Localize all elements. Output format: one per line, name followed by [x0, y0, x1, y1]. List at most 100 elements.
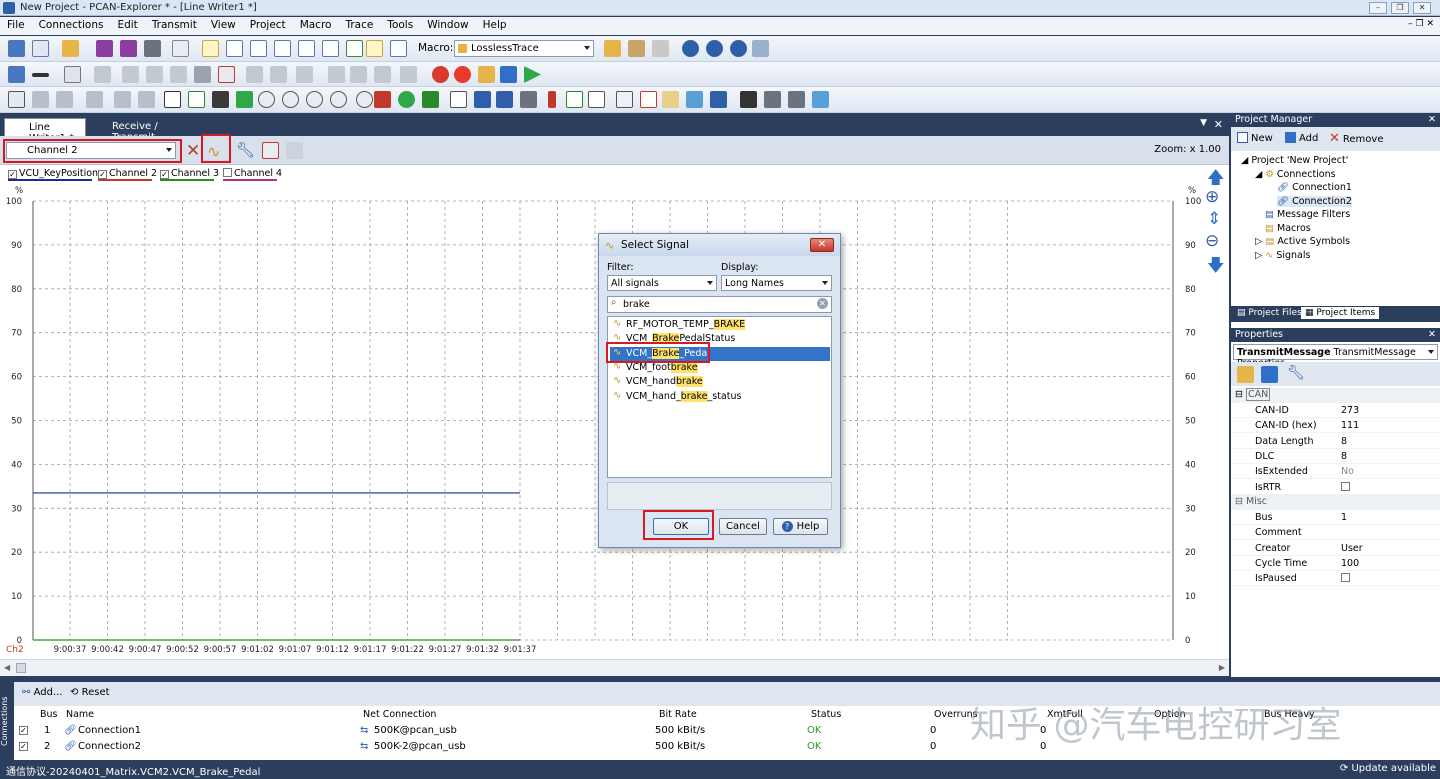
run-macro-icon[interactable]: [604, 40, 621, 57]
property-row[interactable]: IsRTR: [1231, 480, 1440, 495]
property-row[interactable]: Cycle Time 100: [1231, 556, 1440, 571]
header-net-connection[interactable]: Net Connection: [363, 709, 436, 720]
mdi-window-controls[interactable]: – ❐ ✕: [1408, 19, 1434, 29]
gauge-2-icon[interactable]: [306, 91, 323, 108]
horizontal-scrollbar[interactable]: ◀ ▶: [0, 659, 1229, 676]
header-status[interactable]: Status: [811, 709, 841, 720]
window-layout-8-icon[interactable]: [366, 40, 383, 57]
play-icon[interactable]: [524, 66, 541, 83]
property-row[interactable]: CAN-ID (hex) 111: [1231, 418, 1440, 434]
tree-macros[interactable]: ▤ Macros: [1265, 223, 1311, 234]
led-bar-icon[interactable]: [374, 91, 391, 108]
legend-checkbox[interactable]: ✓: [98, 170, 107, 179]
add-connection-button[interactable]: ⚯ Add...: [22, 687, 62, 698]
window-layout-3-icon[interactable]: [250, 40, 267, 57]
scroll-left-icon[interactable]: ◀: [4, 663, 10, 672]
window-layout-4-icon[interactable]: [274, 40, 291, 57]
category-misc[interactable]: ⊟ Misc: [1231, 495, 1440, 510]
connections-side-tab[interactable]: Connections: [0, 682, 14, 760]
splitter-icon[interactable]: [474, 91, 491, 108]
puzzle-icon[interactable]: [710, 91, 727, 108]
connect-icon[interactable]: [8, 66, 25, 83]
menu-file[interactable]: File: [0, 17, 32, 33]
check-icon[interactable]: [94, 66, 111, 83]
line-writer-icon[interactable]: [8, 91, 25, 108]
property-pages-icon[interactable]: 🔧︎: [1287, 365, 1305, 381]
legend-checkbox[interactable]: [223, 168, 232, 177]
window-layout-7-icon[interactable]: [346, 40, 363, 57]
signal-icon[interactable]: [422, 91, 439, 108]
save-all-icon[interactable]: [120, 40, 137, 57]
signal-list[interactable]: ∿ RF_MOTOR_TEMP_BRAKE ∿ VCM_BrakePedalStatu…: [607, 316, 832, 478]
category-can[interactable]: ⊟ CAN: [1231, 388, 1440, 403]
clear-search-icon[interactable]: ✕: [817, 298, 828, 309]
tree-connection1[interactable]: 🔗︎ Connection1: [1277, 182, 1352, 193]
macro-select[interactable]: LosslessTrace: [454, 40, 594, 57]
minimize-button[interactable]: –: [1369, 2, 1387, 14]
close-tab-icon[interactable]: ✕: [1214, 118, 1223, 131]
record-icon[interactable]: [432, 66, 449, 83]
navigate-icon[interactable]: [32, 73, 49, 77]
tree-connections[interactable]: ◢ ⚙ Connections: [1255, 169, 1336, 180]
property-row[interactable]: IsExtended No: [1231, 464, 1440, 480]
sort-az-icon[interactable]: [1261, 366, 1278, 383]
tab-project-files[interactable]: ▤ Project Files: [1233, 307, 1306, 319]
header-name[interactable]: Name: [66, 709, 94, 720]
gear-icon[interactable]: [520, 91, 537, 108]
thermometer-icon[interactable]: [548, 91, 556, 108]
menu-transmit[interactable]: Transmit: [145, 17, 204, 33]
slider-icon[interactable]: [212, 91, 229, 108]
zoom-out-icon[interactable]: ⊖: [1205, 231, 1219, 251]
picture-icon[interactable]: [662, 91, 679, 108]
window-layout-6-icon[interactable]: [322, 40, 339, 57]
restore-button[interactable]: ❐: [1391, 2, 1409, 14]
scope-3-icon[interactable]: [788, 91, 805, 108]
reset-button[interactable]: ⟲ Reset: [70, 687, 110, 698]
update-available[interactable]: ⟳ Update available: [1340, 763, 1436, 774]
delete-item-icon[interactable]: [218, 66, 235, 83]
clock-gauge-icon[interactable]: [356, 91, 373, 108]
edit-macro-icon[interactable]: [628, 40, 645, 57]
signal-search-input[interactable]: ⌕ brake ✕: [607, 296, 832, 313]
menu-help[interactable]: Help: [476, 17, 514, 33]
menu-project[interactable]: Project: [243, 17, 293, 33]
bar-icon[interactable]: [236, 91, 253, 108]
header-bus[interactable]: Bus: [40, 709, 58, 720]
scope-2-icon[interactable]: [764, 91, 781, 108]
properties-icon[interactable]: [172, 40, 189, 57]
cancel-button[interactable]: Cancel: [719, 518, 767, 535]
stop-icon[interactable]: [500, 66, 517, 83]
find-icon[interactable]: [296, 66, 313, 83]
tree-connection2[interactable]: 🔗︎ Connection2: [1277, 196, 1352, 207]
tree-active-symbols[interactable]: ▷ ▤ Active Symbols: [1255, 236, 1350, 247]
object-select[interactable]: TransmitMessage TransmitMessage Properti…: [1233, 344, 1438, 369]
pause-icon[interactable]: [478, 66, 495, 83]
property-row[interactable]: Comment: [1231, 525, 1440, 541]
tree-message-filters[interactable]: ▤ Message Filters: [1265, 209, 1350, 220]
menu-trace[interactable]: Trace: [338, 17, 380, 33]
row-checkbox[interactable]: ✓: [19, 742, 28, 751]
tab-receive-transmit[interactable]: Receive / Transmit: [88, 118, 194, 143]
new-button[interactable]: New: [1237, 132, 1273, 144]
flash-icon[interactable]: [138, 91, 155, 108]
window-layout-2-icon[interactable]: [226, 40, 243, 57]
record-graph-icon[interactable]: [262, 142, 279, 159]
edit-icon[interactable]: [114, 91, 131, 108]
legend-checkbox[interactable]: ✓: [160, 170, 169, 179]
window-layout-5-icon[interactable]: [298, 40, 315, 57]
redo-icon[interactable]: [270, 66, 287, 83]
property-row[interactable]: Creator User: [1231, 541, 1440, 556]
property-row[interactable]: Data Length 8: [1231, 434, 1440, 449]
menu-tools[interactable]: Tools: [380, 17, 420, 33]
graph-settings-icon[interactable]: [286, 142, 303, 159]
close-panel-icon[interactable]: ✕: [1428, 114, 1436, 125]
menu-edit[interactable]: Edit: [110, 17, 144, 33]
signal-list-item[interactable]: ∿ RF_MOTOR_TEMP_BRAKE: [610, 318, 830, 332]
meter-icon[interactable]: [330, 91, 347, 108]
legend-item[interactable]: Channel 4: [223, 168, 282, 181]
window-layout-1-icon[interactable]: [202, 40, 219, 57]
menu-connections[interactable]: Connections: [32, 17, 111, 33]
tree-signals[interactable]: ▷ ∿ Signals: [1255, 250, 1310, 261]
legend-item[interactable]: ✓ Channel 2: [98, 168, 157, 181]
signal-list-item[interactable]: ∿ VCM_hand_brake_status: [610, 390, 830, 404]
